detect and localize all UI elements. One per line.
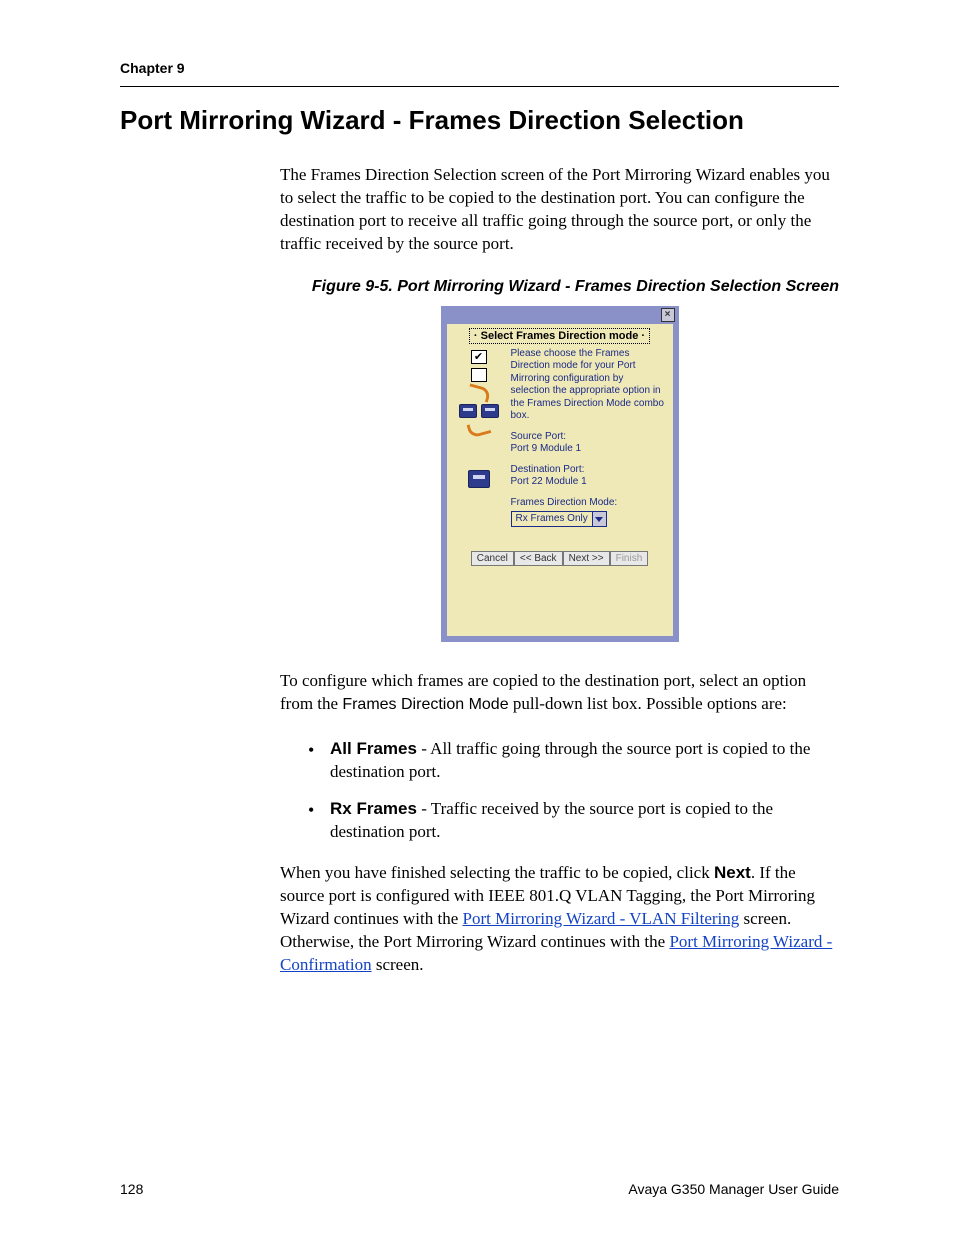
doc-title-footer: Avaya G350 Manager User Guide bbox=[628, 1181, 839, 1197]
checkbox-unchecked-icon bbox=[471, 368, 487, 382]
arrow-icon bbox=[466, 419, 491, 438]
port-icon bbox=[468, 470, 490, 488]
list-item: All Frames - All traffic going through t… bbox=[308, 738, 839, 784]
list-item: Rx Frames - Traffic received by the sour… bbox=[308, 798, 839, 844]
chevron-down-icon bbox=[592, 512, 606, 526]
checkbox-checked-icon: ✔ bbox=[471, 350, 487, 364]
intro-paragraph: The Frames Direction Selection screen of… bbox=[280, 164, 839, 256]
frames-direction-mode-value: Rx Frames Only bbox=[512, 513, 592, 526]
close-icon[interactable]: × bbox=[661, 308, 675, 322]
frames-direction-mode-select[interactable]: Rx Frames Only bbox=[511, 511, 607, 527]
figure-image: × · Select Frames Direction mode · ✔ bbox=[280, 306, 839, 643]
section-title: Port Mirroring Wizard - Frames Direction… bbox=[120, 105, 839, 136]
arrow-icon bbox=[466, 383, 491, 402]
finish-button: Finish bbox=[610, 551, 649, 566]
port-icon bbox=[481, 404, 499, 418]
wizard-button-bar: Cancel << Back Next >> Finish bbox=[455, 545, 665, 590]
port-icon bbox=[459, 404, 477, 418]
frames-direction-mode-label: Frames Direction Mode: bbox=[511, 497, 665, 510]
vlan-filtering-link[interactable]: Port Mirroring Wizard - VLAN Filtering bbox=[462, 909, 739, 928]
destination-port-value: Port 22 Module 1 bbox=[511, 476, 665, 489]
source-port-label: Source Port: bbox=[511, 431, 665, 444]
wizard-heading: · Select Frames Direction mode · bbox=[455, 330, 665, 342]
running-header: Chapter 9 bbox=[120, 60, 839, 76]
figure-caption: Figure 9-5. Port Mirroring Wizard - Fram… bbox=[280, 278, 839, 296]
back-button[interactable]: << Back bbox=[514, 551, 563, 566]
destination-port-label: Destination Port: bbox=[511, 464, 665, 477]
header-rule bbox=[120, 86, 839, 87]
wizard-graphic-panel: ✔ bbox=[455, 348, 503, 536]
wizard-dialog: × · Select Frames Direction mode · ✔ bbox=[441, 306, 679, 643]
closing-paragraph: When you have finished selecting the tra… bbox=[280, 862, 839, 977]
post-figure-paragraph: To configure which frames are copied to … bbox=[280, 670, 839, 716]
options-list: All Frames - All traffic going through t… bbox=[308, 738, 839, 844]
wizard-instruction: Please choose the Frames Direction mode … bbox=[511, 348, 665, 423]
cancel-button[interactable]: Cancel bbox=[471, 551, 514, 566]
source-port-value: Port 9 Module 1 bbox=[511, 443, 665, 456]
next-button[interactable]: Next >> bbox=[563, 551, 610, 566]
page-number: 128 bbox=[120, 1181, 143, 1197]
ui-term: Frames Direction Mode bbox=[342, 696, 508, 713]
option-name: All Frames bbox=[330, 739, 417, 758]
option-name: Rx Frames bbox=[330, 799, 417, 818]
